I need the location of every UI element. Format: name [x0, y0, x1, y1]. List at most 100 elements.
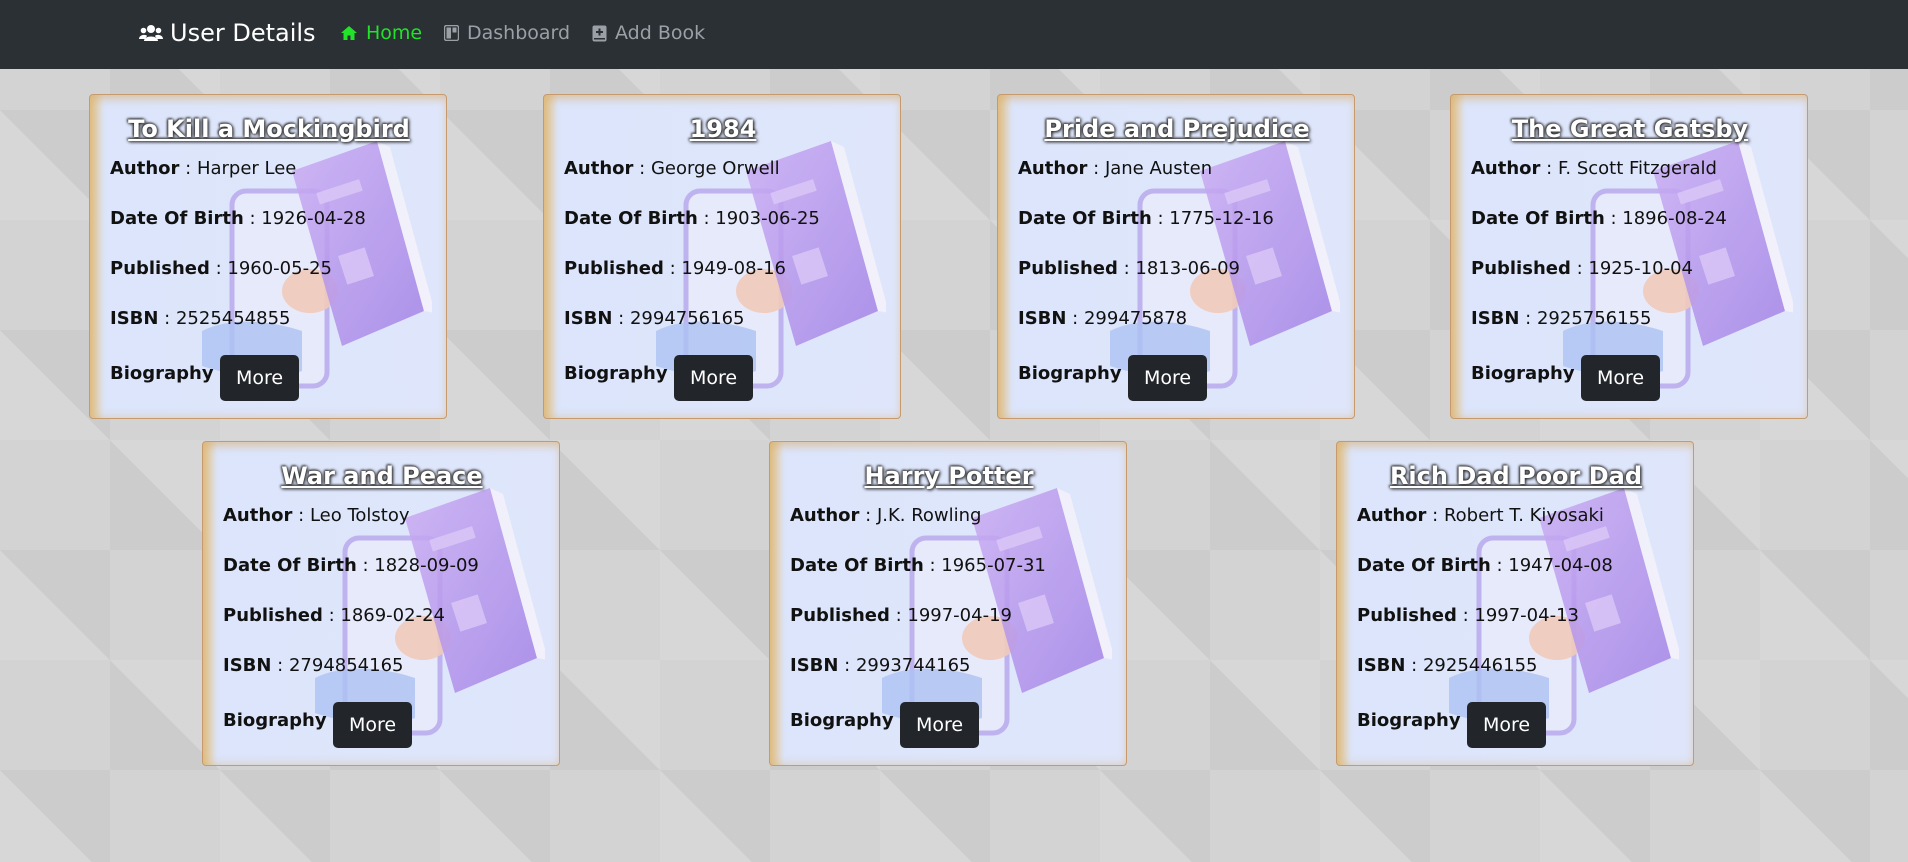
add-book-icon — [592, 25, 607, 41]
published-label: Published — [1471, 258, 1571, 279]
dob-label: Date Of Birth — [223, 555, 357, 576]
dob-label: Date Of Birth — [1471, 208, 1605, 229]
author-row: Author : Leo Tolstoy — [223, 505, 410, 526]
dob-row: Date Of Birth : 1965-07-31 — [790, 555, 1046, 576]
more-button[interactable]: More — [674, 355, 753, 401]
biography-row: Biography : — [1471, 363, 1586, 384]
published-value: 1997-04-13 — [1474, 605, 1579, 626]
isbn-value: 299475878 — [1083, 308, 1188, 329]
brand[interactable]: User Details — [139, 19, 316, 47]
author-label: Author — [1357, 505, 1427, 526]
dob-label: Date Of Birth — [1018, 208, 1152, 229]
biography-row: Biography : — [790, 710, 905, 731]
published-value: 1869-02-24 — [340, 605, 445, 626]
author-value: George Orwell — [650, 158, 780, 179]
isbn-value: 2925446155 — [1422, 655, 1538, 676]
author-label: Author — [1471, 158, 1541, 179]
isbn-value: 2525454855 — [175, 308, 291, 329]
published-label: Published — [110, 258, 210, 279]
isbn-row: ISBN : 2994756165 — [564, 308, 745, 329]
published-label: Published — [223, 605, 323, 626]
published-row: Published : 1960-05-25 — [110, 258, 332, 279]
published-label: Published — [1357, 605, 1457, 626]
published-label: Published — [790, 605, 890, 626]
author-row: Author : Robert T. Kiyosaki — [1357, 505, 1604, 526]
nav-dashboard[interactable]: Dashboard — [444, 22, 570, 44]
published-row: Published : 1997-04-13 — [1357, 605, 1579, 626]
isbn-row: ISBN : 2525454855 — [110, 308, 291, 329]
book-title[interactable]: 1984 — [544, 115, 900, 143]
isbn-row: ISBN : 2925446155 — [1357, 655, 1538, 676]
author-value: Leo Tolstoy — [309, 505, 410, 526]
book-card: 1984 Author : George Orwell Date Of Birt… — [543, 94, 901, 419]
nav-add-book[interactable]: Add Book — [592, 22, 705, 44]
biography-label: Biography — [564, 363, 668, 384]
book-title[interactable]: Rich Dad Poor Dad — [1337, 462, 1693, 490]
author-row: Author : George Orwell — [564, 158, 780, 179]
author-row: Author : Jane Austen — [1018, 158, 1213, 179]
book-card: Rich Dad Poor Dad Author : Robert T. Kiy… — [1336, 441, 1694, 766]
biography-row: Biography : — [564, 363, 679, 384]
biography-row: Biography : — [1357, 710, 1472, 731]
book-title[interactable]: To Kill a Mockingbird — [90, 115, 446, 143]
dob-row: Date Of Birth : 1926-04-28 — [110, 208, 366, 229]
nav-home[interactable]: Home — [340, 22, 422, 44]
biography-label: Biography — [1357, 710, 1461, 731]
dob-row: Date Of Birth : 1903-06-25 — [564, 208, 820, 229]
published-label: Published — [1018, 258, 1118, 279]
dob-label: Date Of Birth — [1357, 555, 1491, 576]
author-label: Author — [223, 505, 293, 526]
isbn-label: ISBN — [223, 655, 272, 676]
book-title[interactable]: Pride and Prejudice — [998, 115, 1354, 143]
published-row: Published : 1813-06-09 — [1018, 258, 1240, 279]
more-button[interactable]: More — [220, 355, 299, 401]
isbn-label: ISBN — [564, 308, 613, 329]
more-button[interactable]: More — [1467, 702, 1546, 748]
published-row: Published : 1997-04-19 — [790, 605, 1012, 626]
biography-row: Biography : — [1018, 363, 1133, 384]
author-row: Author : Harper Lee — [110, 158, 297, 179]
book-card: The Great Gatsby Author : F. Scott Fitzg… — [1450, 94, 1808, 419]
published-value: 1949-08-16 — [681, 258, 786, 279]
isbn-row: ISBN : 2794854165 — [223, 655, 404, 676]
author-label: Author — [110, 158, 180, 179]
dob-row: Date Of Birth : 1896-08-24 — [1471, 208, 1727, 229]
nav-dashboard-label: Dashboard — [467, 22, 571, 44]
author-row: Author : J.K. Rowling — [790, 505, 982, 526]
dob-label: Date Of Birth — [790, 555, 924, 576]
dob-row: Date Of Birth : 1828-09-09 — [223, 555, 479, 576]
more-button[interactable]: More — [1581, 355, 1660, 401]
more-button[interactable]: More — [333, 702, 412, 748]
home-icon — [341, 26, 357, 40]
dob-label: Date Of Birth — [564, 208, 698, 229]
published-value: 1960-05-25 — [227, 258, 332, 279]
more-button[interactable]: More — [1128, 355, 1207, 401]
dob-value: 1903-06-25 — [715, 208, 820, 229]
book-card: Pride and Prejudice Author : Jane Austen… — [997, 94, 1355, 419]
isbn-value: 2994756165 — [629, 308, 745, 329]
nav-add-book-label: Add Book — [615, 22, 706, 44]
book-title[interactable]: War and Peace — [203, 462, 559, 490]
isbn-row: ISBN : 299475878 — [1018, 308, 1188, 329]
author-value: Jane Austen — [1104, 158, 1213, 179]
isbn-row: ISBN : 2993744165 — [790, 655, 971, 676]
author-label: Author — [1018, 158, 1088, 179]
isbn-value: 2925756155 — [1536, 308, 1652, 329]
biography-row: Biography : — [110, 363, 225, 384]
isbn-value: 2794854165 — [288, 655, 404, 676]
book-title[interactable]: Harry Potter — [770, 462, 1126, 490]
author-value: Robert T. Kiyosaki — [1443, 505, 1604, 526]
published-row: Published : 1949-08-16 — [564, 258, 786, 279]
isbn-label: ISBN — [1357, 655, 1406, 676]
dashboard-icon — [444, 25, 459, 41]
isbn-label: ISBN — [790, 655, 839, 676]
biography-label: Biography — [223, 710, 327, 731]
dob-row: Date Of Birth : 1775-12-16 — [1018, 208, 1274, 229]
brand-label: User Details — [170, 19, 316, 47]
isbn-label: ISBN — [1471, 308, 1520, 329]
book-card: Harry Potter Author : J.K. Rowling Date … — [769, 441, 1127, 766]
isbn-value: 2993744165 — [855, 655, 971, 676]
book-title[interactable]: The Great Gatsby — [1451, 115, 1807, 143]
dob-label: Date Of Birth — [110, 208, 244, 229]
more-button[interactable]: More — [900, 702, 979, 748]
